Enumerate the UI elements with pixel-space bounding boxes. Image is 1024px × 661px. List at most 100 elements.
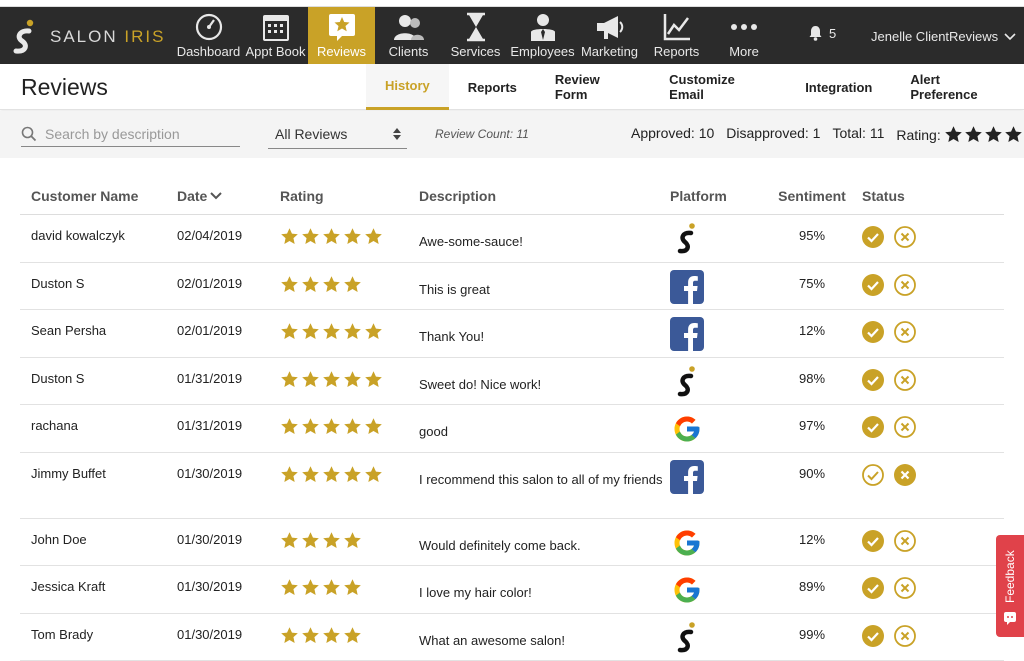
tab-alert-preference[interactable]: Alert Preference: [891, 64, 1024, 110]
review-date: 01/30/2019: [177, 466, 243, 481]
approve-button[interactable]: [862, 464, 884, 518]
search-input[interactable]: [45, 125, 225, 142]
disapprove-button[interactable]: [894, 464, 916, 518]
star-icon: [323, 371, 340, 388]
nav-item-marketing[interactable]: Marketing: [576, 7, 643, 64]
feedback-label: Feedback: [1003, 550, 1017, 603]
review-description: good: [419, 424, 448, 439]
tab-review-form[interactable]: Review Form: [536, 64, 650, 110]
approve-button[interactable]: [862, 226, 884, 262]
header-sentiment[interactable]: Sentiment: [762, 188, 860, 204]
review-date: 01/30/2019: [177, 532, 243, 547]
disapprove-button[interactable]: [894, 321, 916, 357]
star-icon: [365, 466, 382, 483]
approve-button[interactable]: [862, 577, 884, 613]
header-status[interactable]: Status: [860, 188, 970, 204]
review-platform: [664, 519, 762, 565]
star-icon: [302, 532, 319, 549]
review-description: I love my hair color!: [419, 585, 532, 600]
star-icon: [365, 228, 382, 245]
disapprove-button[interactable]: [894, 577, 916, 613]
star-icon: [323, 323, 340, 340]
star-icon: [344, 371, 361, 388]
review-date: 02/04/2019: [177, 228, 243, 243]
table-body: david kowalczyk 02/04/2019 Awe-some-sauce!…: [20, 215, 1004, 661]
nav-item-more[interactable]: More: [710, 7, 778, 64]
nav-item-appt-book[interactable]: Appt Book: [243, 7, 308, 64]
nav-item-reports[interactable]: Reports: [643, 7, 710, 64]
approve-button[interactable]: [862, 530, 884, 565]
tab-integration[interactable]: Integration: [786, 64, 891, 110]
feedback-icon: [1004, 612, 1016, 625]
disapprove-button[interactable]: [894, 226, 916, 262]
megaphone-icon: [593, 12, 627, 42]
review-count: Review Count: 11: [435, 127, 529, 141]
review-status: [860, 215, 970, 262]
review-date: 01/31/2019: [177, 371, 243, 386]
review-rating: [269, 453, 408, 518]
nav-item-dashboard[interactable]: Dashboard: [174, 7, 243, 64]
salon-iris-logo[interactable]: SALON IRIS: [8, 17, 165, 57]
header-customer-name[interactable]: Customer Name: [20, 188, 166, 204]
customer-name: Jessica Kraft: [31, 579, 106, 594]
disapprove-button[interactable]: [894, 416, 916, 452]
header-description[interactable]: Description: [408, 188, 664, 204]
sentiment-score: 12%: [798, 532, 826, 547]
logo-text: SALON IRIS: [50, 27, 166, 46]
nav-item-services[interactable]: Services: [442, 7, 509, 64]
nav-label: Reviews: [316, 44, 367, 59]
review-date: 02/01/2019: [177, 276, 243, 291]
table-row: Tom Brady 01/30/2019 What an awesome salon…: [20, 614, 1004, 661]
star-icon: [344, 418, 361, 435]
overall-rating: Rating:: [896, 125, 1022, 144]
header-rating[interactable]: Rating: [269, 188, 408, 204]
disapproved-count: Disapproved: 1: [726, 125, 821, 141]
review-description: Would definitely come back.: [419, 538, 581, 553]
nav-item-clients[interactable]: Clients: [375, 7, 442, 64]
star-icon: [344, 532, 361, 549]
user-menu[interactable]: Jenelle ClientReviews: [871, 29, 1016, 44]
review-platform: [664, 453, 762, 518]
star-icon: [323, 579, 340, 596]
nav-item-employees[interactable]: Employees: [509, 7, 576, 64]
tab-reports[interactable]: Reports: [449, 64, 536, 110]
star-icon: [302, 228, 319, 245]
feedback-button[interactable]: Feedback: [996, 535, 1024, 637]
review-filter-select[interactable]: All Reviews: [268, 120, 407, 149]
nav-label: Reports: [653, 44, 700, 59]
review-rating: [269, 405, 408, 452]
calendar-icon: [259, 12, 293, 42]
notifications-button[interactable]: 5: [808, 25, 836, 41]
salon-iris-icon: [677, 622, 695, 653]
review-description: What an awesome salon!: [419, 633, 565, 648]
star-icon: [302, 418, 319, 435]
star-icon: [323, 418, 340, 435]
tab-history[interactable]: History: [366, 64, 449, 110]
sort-arrows-icon: [393, 128, 401, 140]
total-count: Total: 11: [832, 125, 885, 141]
salon-iris-icon: [677, 366, 695, 397]
approve-button[interactable]: [862, 274, 884, 309]
header-date[interactable]: Date: [166, 188, 269, 204]
disapprove-button[interactable]: [894, 530, 916, 565]
review-platform: [664, 405, 762, 452]
table-row: Sean Persha 02/01/2019 Thank You! 12%: [20, 310, 1004, 358]
disapprove-button[interactable]: [894, 369, 916, 404]
star-icon: [964, 126, 982, 143]
approve-button[interactable]: [862, 369, 884, 404]
approve-button[interactable]: [862, 416, 884, 452]
disapprove-button[interactable]: [894, 274, 916, 309]
clients-icon: [392, 12, 426, 42]
tab-customize-email[interactable]: Customize Email: [650, 64, 786, 110]
sentiment-score: 97%: [798, 418, 826, 433]
approve-button[interactable]: [862, 321, 884, 357]
chevron-down-icon: [1004, 32, 1016, 40]
star-icon: [344, 627, 361, 644]
nav-item-reviews[interactable]: Reviews: [308, 7, 375, 64]
approve-button[interactable]: [862, 625, 884, 660]
review-status: [860, 566, 970, 613]
customer-name: david kowalczyk: [31, 228, 125, 243]
header-platform[interactable]: Platform: [664, 188, 762, 204]
disapprove-button[interactable]: [894, 625, 916, 660]
review-description: Sweet do! Nice work!: [419, 377, 542, 392]
